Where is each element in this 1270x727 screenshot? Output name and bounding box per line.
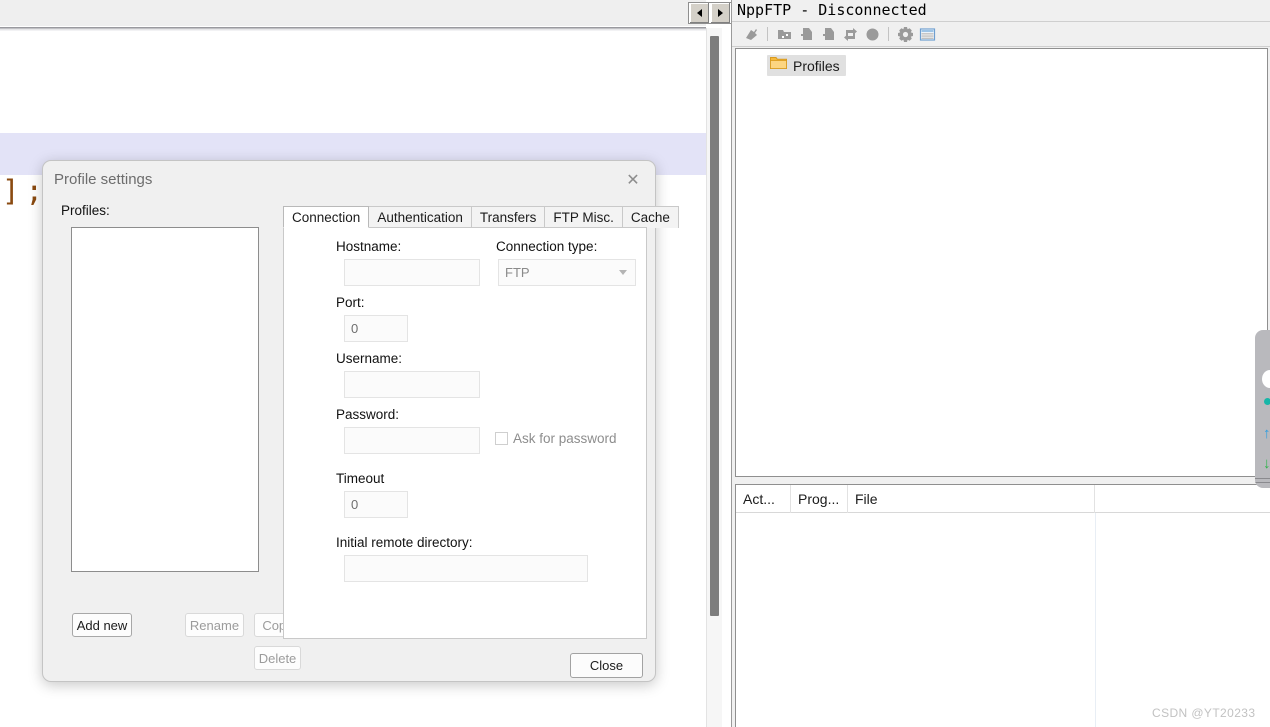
profiles-label: Profiles: [61,203,110,218]
title-divider [732,21,1270,22]
connect-icon[interactable] [742,25,760,43]
nppftp-profiles-tree[interactable]: Profiles [735,48,1268,477]
nppftp-queue-list[interactable]: Act... Prog... File [735,484,1270,727]
ask-for-password-checkbox[interactable]: Ask for password [495,431,617,446]
teal-dot-marker [1264,398,1270,405]
profiles-listbox[interactable] [71,227,259,572]
tree-item-label: Profiles [793,57,840,74]
username-label: Username: [336,351,403,366]
nppftp-title: NppFTP - Disconnected [737,1,927,19]
checkbox-box [495,432,508,445]
profile-settings-dialog: Profile settings ✕ Profiles: Add new Ren… [42,160,679,682]
download-file-icon[interactable] [797,25,815,43]
watermark: CSDN @YT20233 [1152,706,1256,720]
green-down-arrow-marker: ↓ [1263,455,1270,472]
tab-scroll-arrows [688,2,732,24]
username-input[interactable] [344,371,480,398]
dialog-tab-strip: Connection Authentication Transfers FTP … [283,206,679,228]
delete-button[interactable]: Delete [254,646,301,670]
chevron-down-icon [619,270,627,275]
dialog-title: Profile settings [54,171,153,188]
nppftp-toolbar [736,23,1270,45]
folder-icon [770,56,787,75]
toolbar-separator [767,27,768,41]
column-header-progress[interactable]: Prog... [791,485,848,513]
nppftp-panel: NppFTP - Disconnected Profiles Act... Pr… [731,0,1270,727]
hostname-label: Hostname: [336,239,402,254]
white-dot-marker [1262,370,1270,388]
close-icon[interactable]: ✕ [620,169,646,193]
editor-tab-bar [0,0,706,27]
close-button[interactable]: Close [570,653,643,678]
dialog-titlebar: Profile settings ✕ [43,161,655,201]
column-header-file[interactable]: File [848,485,1095,513]
app-root: ]; NppFTP - Disconnected Profiles Act...… [0,0,1270,727]
tab-scroll-right-button[interactable] [710,3,731,23]
minimap-rule [1255,478,1270,479]
tab-cache[interactable]: Cache [621,206,679,228]
connection-type-label: Connection type: [496,239,598,254]
timeout-input[interactable]: 0 [344,491,408,518]
connection-type-select[interactable]: FTP [498,259,636,286]
toolbar-divider [732,46,1270,47]
refresh-icon[interactable] [841,25,859,43]
port-label: Port: [336,295,365,310]
tab-authentication[interactable]: Authentication [368,206,472,228]
queue-list-header: Act... Prog... File [736,485,1270,513]
abort-icon[interactable] [863,25,881,43]
minimap-overlay[interactable]: ↑ ↓ [1255,330,1270,488]
tab-transfers[interactable]: Transfers [470,206,546,228]
tab-connection[interactable]: Connection [283,206,370,228]
arrow-left-icon [697,9,702,17]
port-input[interactable]: 0 [344,315,408,342]
minimap-rule [1255,482,1270,483]
add-new-button[interactable]: Add new [72,613,132,637]
queue-list-column-divider [1095,513,1096,727]
initial-remote-directory-input[interactable] [344,555,588,582]
password-label: Password: [336,407,400,422]
upload-file-icon[interactable] [819,25,837,43]
editor-vertical-scrollbar[interactable] [706,28,722,727]
tree-item-profiles[interactable]: Profiles [767,55,846,76]
connection-type-value: FTP [505,265,530,280]
toolbar-separator [888,27,889,41]
download-folder-icon[interactable] [775,25,793,43]
column-header-action[interactable]: Act... [736,485,791,513]
scrollbar-thumb[interactable] [710,36,719,616]
tab-scroll-left-button[interactable] [689,3,710,23]
connection-tab-panel: Hostname: Connection type: FTP Port: 0 U… [283,227,647,639]
rename-button[interactable]: Rename [185,613,244,637]
ask-for-password-label: Ask for password [513,431,617,446]
hostname-input[interactable] [344,259,480,286]
password-input[interactable] [344,427,480,454]
editor-tabbar-shadow [0,27,706,31]
blue-up-arrow-marker: ↑ [1263,425,1270,442]
tab-ftp-misc[interactable]: FTP Misc. [544,206,623,228]
messages-grid-icon[interactable] [918,25,936,43]
initial-remote-directory-label: Initial remote directory: [336,535,473,550]
arrow-right-icon [718,9,723,17]
settings-gear-icon[interactable] [896,25,914,43]
timeout-label: Timeout [336,471,385,486]
